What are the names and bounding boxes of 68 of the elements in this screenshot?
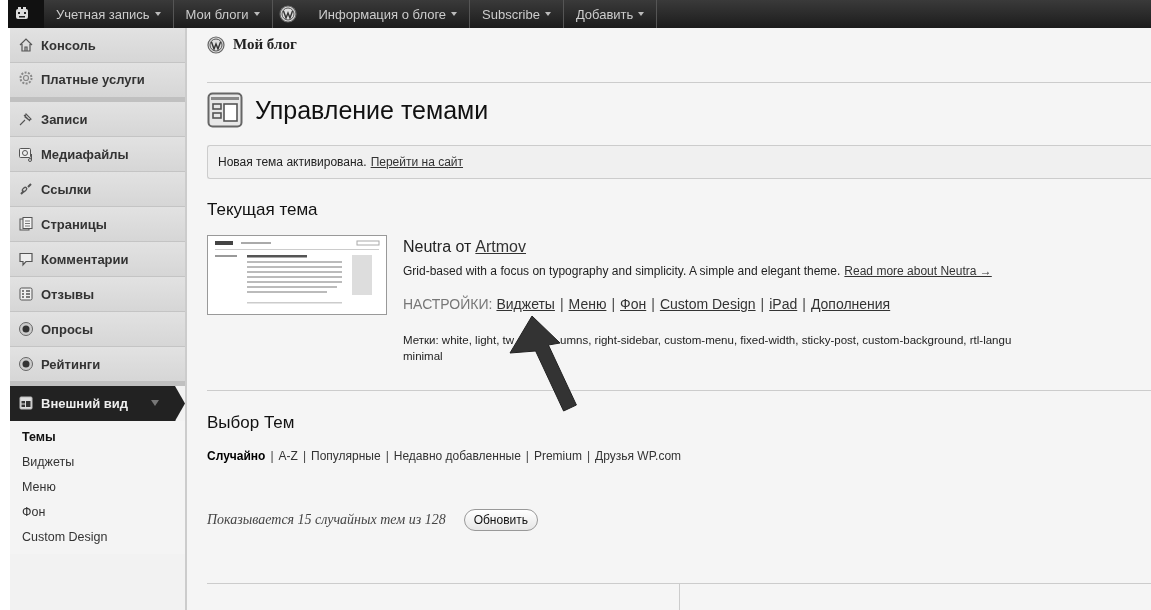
circle-icon <box>18 356 34 372</box>
appearance-icon <box>207 92 243 128</box>
theme-description: Grid-based with a focus on typography and simplicity. A simple and elegant theme. <box>403 264 841 278</box>
result-count-text: Показывается 15 случайных тем из 128 <box>207 512 446 528</box>
filter-link[interactable]: Друзья WP.com <box>595 449 682 463</box>
sidebar-item[interactable]: Записи <box>10 102 185 137</box>
filter-link[interactable]: A-Z <box>278 449 298 463</box>
site-title[interactable]: Мой блог <box>233 36 297 53</box>
tags-text: minimal <box>403 350 444 362</box>
sidebar-item[interactable]: Медиафайлы <box>10 137 185 172</box>
separator: | <box>559 296 564 312</box>
separator: | <box>651 296 655 312</box>
sidebar-item[interactable]: Отзывы <box>10 277 185 312</box>
read-more-link[interactable]: Read more about Neutra → <box>844 264 992 278</box>
submenu-item[interactable]: Фон <box>10 500 185 525</box>
theme-name: Neutra от <box>403 238 472 255</box>
submenu-item[interactable]: Темы <box>10 425 185 450</box>
separator: | <box>385 449 389 463</box>
separator: | <box>802 296 806 312</box>
notice-text: Новая тема активирована. <box>218 155 367 169</box>
separator: | <box>586 449 591 463</box>
filter-link[interactable]: Популярные <box>311 449 381 463</box>
camera-icon <box>18 146 34 162</box>
wordpress-logo-icon[interactable] <box>278 5 297 23</box>
sidebar-item[interactable]: Комментарии <box>10 242 185 277</box>
separator: | <box>302 449 306 463</box>
circle-icon <box>18 321 34 337</box>
submenu-item[interactable]: Виджеты <box>10 450 185 475</box>
caret-icon[interactable] <box>151 400 159 406</box>
wordpress-logo-icon <box>207 36 225 54</box>
submenu-item[interactable]: Меню <box>10 475 185 500</box>
list-icon <box>18 286 34 302</box>
sidebar-item[interactable]: Внешний вид <box>10 386 185 421</box>
settings-link[interactable]: Фон <box>620 296 647 312</box>
layout-icon <box>18 395 34 411</box>
settings-link[interactable]: Дополнения <box>810 296 891 312</box>
filter-link[interactable]: Случайно <box>207 449 266 463</box>
section-heading: Выбор Тем <box>207 413 296 433</box>
refresh-button[interactable]: Обновить <box>463 509 538 531</box>
separator: | <box>760 296 765 312</box>
sidebar-item[interactable]: Страницы <box>10 207 185 242</box>
page-title: Управление темами <box>255 95 489 125</box>
settings-link[interactable]: Custom Design <box>659 296 756 312</box>
filter-link[interactable]: Недавно добавленные <box>393 449 521 463</box>
settings-link[interactable]: Меню <box>568 296 607 312</box>
filter-link[interactable]: Premium <box>533 449 582 463</box>
speech-bubble-icon <box>18 251 34 267</box>
separator: | <box>270 449 274 463</box>
submenu-item[interactable]: Custom Design <box>10 525 185 550</box>
tags-text: umns, right-sidebar, custom-menu, fixed-width, sticky-post, custom-background, rtl-langu <box>560 334 1012 346</box>
separator: | <box>611 296 616 312</box>
sidebar-item[interactable]: Опросы <box>10 312 185 347</box>
robot-icon[interactable] <box>14 6 30 22</box>
settings-link[interactable]: Виджеты <box>496 296 555 312</box>
gear-icon <box>18 70 34 86</box>
sidebar-item[interactable]: Ссылки <box>10 172 185 207</box>
settings-link[interactable]: iPad <box>769 296 798 312</box>
home-icon <box>18 37 34 53</box>
tags-text: Метки: white, light, tw <box>403 334 515 346</box>
separator: | <box>525 449 529 463</box>
visit-site-link[interactable]: Перейти на сайт <box>370 155 463 169</box>
sidebar-item[interactable]: Консоль <box>10 28 185 63</box>
settings-label: НАСТРОЙКИ: <box>403 296 493 312</box>
sidebar-item[interactable]: Рейтинги <box>10 347 185 386</box>
pages-icon <box>18 216 34 232</box>
sidebar-item[interactable]: Платные услуги <box>10 63 185 102</box>
author-link[interactable]: Artmov <box>475 238 526 255</box>
section-heading: Текущая тема <box>207 200 319 220</box>
